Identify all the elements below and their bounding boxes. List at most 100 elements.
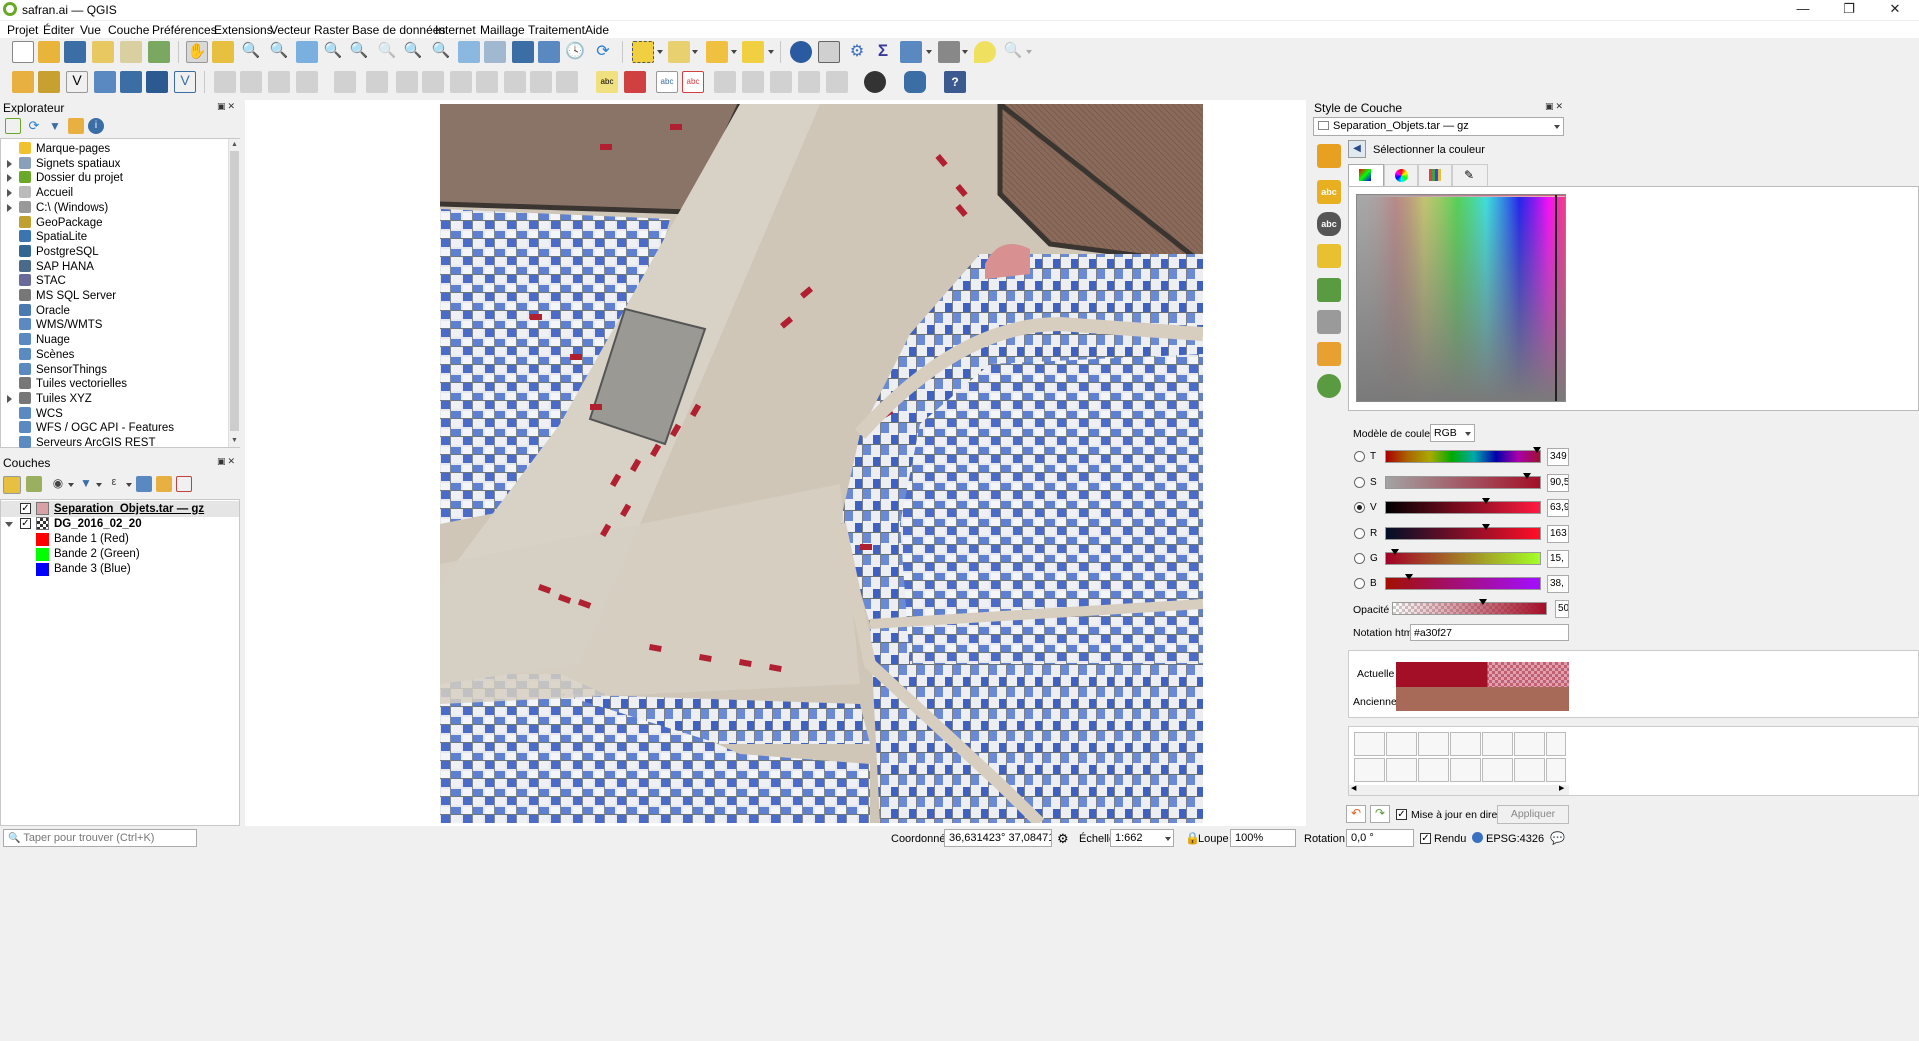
filter-by-expression-icon[interactable]: ε xyxy=(106,476,122,492)
color-swatch[interactable] xyxy=(1418,758,1449,782)
delete-selected-icon[interactable] xyxy=(396,71,418,93)
masks-tab-icon[interactable]: abc xyxy=(1317,212,1341,236)
browser-item[interactable]: Tuiles vectorielles xyxy=(19,377,127,392)
expand-arrow-icon[interactable] xyxy=(7,203,12,212)
browser-item[interactable]: Serveurs ArcGIS REST xyxy=(19,436,156,451)
new-project-icon[interactable] xyxy=(12,41,34,63)
style-manager-icon[interactable] xyxy=(148,41,170,63)
color-swatch[interactable] xyxy=(1354,732,1385,756)
new-temporary-layer-icon[interactable] xyxy=(94,71,116,93)
color-swatch[interactable] xyxy=(1482,732,1513,756)
new-geopackage-layer-icon[interactable] xyxy=(38,71,60,93)
new-virtual-layer-icon[interactable] xyxy=(120,71,142,93)
color-swatch[interactable] xyxy=(1546,758,1566,782)
browser-item[interactable]: SpatiaLite xyxy=(19,230,87,245)
layer-visibility-checkbox[interactable]: ✓ xyxy=(20,518,31,529)
slider-handle[interactable] xyxy=(1523,473,1532,479)
color-swatch[interactable] xyxy=(1450,732,1481,756)
horizontal-scrollbar[interactable]: ◀ ▶ xyxy=(1349,785,1569,795)
tab-color-ramp[interactable] xyxy=(1348,164,1384,186)
radio-red[interactable] xyxy=(1354,528,1365,539)
scale-combo[interactable]: 1:662 xyxy=(1110,829,1174,847)
attribute-table-icon[interactable] xyxy=(818,41,840,63)
red-spinbox[interactable]: 163 xyxy=(1547,525,1569,543)
plugin-icon[interactable] xyxy=(864,71,886,93)
apply-button[interactable]: Appliquer xyxy=(1497,805,1569,824)
measure-icon[interactable] xyxy=(938,41,960,63)
new-mesh-layer-icon[interactable] xyxy=(146,71,168,93)
browser-item[interactable]: WFS / OGC API - Features xyxy=(19,421,174,436)
color-swatch[interactable] xyxy=(1386,732,1417,756)
chevron-down-icon[interactable] xyxy=(96,483,102,487)
highlight-pinned-labels-icon[interactable]: abc xyxy=(656,71,678,93)
labels-tab-icon[interactable]: abc xyxy=(1317,180,1341,204)
zoom-out-icon[interactable]: 🔍 xyxy=(268,41,290,63)
opacity-spinbox[interactable]: 50 xyxy=(1555,600,1569,618)
color-swatch[interactable] xyxy=(1354,758,1385,782)
chevron-down-icon[interactable] xyxy=(126,483,132,487)
toggle-editing-icon[interactable] xyxy=(240,71,262,93)
close-button[interactable]: ✕ xyxy=(1872,0,1918,20)
menu-base-de-donnees[interactable]: Base de données xyxy=(352,23,445,37)
zoom-to-layer-icon[interactable]: 🔍 xyxy=(348,41,370,63)
fields-tab-icon[interactable] xyxy=(1317,342,1341,366)
expand-arrow-icon[interactable] xyxy=(7,174,12,183)
zoom-to-selection-icon[interactable]: 🔍 xyxy=(322,41,344,63)
label-toolbar-icon[interactable]: abc xyxy=(596,71,618,93)
hue-cursor[interactable] xyxy=(1555,195,1557,401)
zoom-in-icon[interactable]: 🔍 xyxy=(240,41,262,63)
new-vector-layer-icon[interactable]: V xyxy=(174,71,196,93)
select-by-value-icon[interactable] xyxy=(668,41,690,63)
menu-raster[interactable]: Raster xyxy=(314,23,349,37)
layer-color-swatch[interactable] xyxy=(36,502,49,515)
undo-icon[interactable] xyxy=(504,71,526,93)
slider-handle[interactable] xyxy=(1391,549,1400,555)
filter-legend-icon[interactable]: ▼ xyxy=(78,476,94,492)
render-checkbox[interactable]: ✓ xyxy=(1420,833,1431,844)
new-map-view-icon[interactable] xyxy=(458,41,480,63)
messages-icon[interactable]: 💬 xyxy=(1550,831,1565,845)
map-canvas[interactable] xyxy=(245,100,1306,826)
move-label-icon[interactable] xyxy=(742,71,764,93)
menu-aide[interactable]: Aide xyxy=(585,23,609,37)
menu-traitement[interactable]: Traitement xyxy=(528,23,585,37)
collapse-layer-icon[interactable] xyxy=(5,522,13,527)
tab-color-wheel[interactable] xyxy=(1384,164,1418,186)
menu-extensions[interactable]: Extensions xyxy=(214,23,273,37)
copy-features-icon[interactable] xyxy=(450,71,472,93)
modify-attributes-icon[interactable] xyxy=(366,71,388,93)
green-slider[interactable] xyxy=(1385,549,1541,565)
select-features-icon[interactable] xyxy=(632,41,654,63)
opacity-slider[interactable] xyxy=(1392,599,1547,615)
radio-blue[interactable] xyxy=(1354,578,1365,589)
python-console-icon[interactable] xyxy=(904,71,926,93)
color-model-select[interactable]: RGB xyxy=(1430,424,1475,442)
rotation-spinbox[interactable]: 0,0 ° xyxy=(1346,829,1414,847)
expand-arrow-icon[interactable] xyxy=(7,394,12,403)
scroll-right-icon[interactable]: ▶ xyxy=(1559,784,1564,792)
locator-search-input[interactable]: 🔍 Taper pour trouver (Ctrl+K) xyxy=(3,829,197,847)
maximize-button[interactable]: ❐ xyxy=(1826,0,1872,20)
new-spatial-bookmark-icon[interactable] xyxy=(512,41,534,63)
pin-labels-icon[interactable]: abc xyxy=(682,71,704,93)
chevron-down-icon[interactable] xyxy=(731,50,737,54)
browser-item[interactable]: Dossier du projet xyxy=(19,171,123,186)
refresh-browser-icon[interactable]: ⟳ xyxy=(26,118,42,134)
browser-item[interactable]: GeoPackage xyxy=(19,215,103,231)
chevron-down-icon[interactable] xyxy=(768,50,774,54)
hue-spinbox[interactable]: 349 xyxy=(1547,448,1569,466)
deselect-all-icon[interactable] xyxy=(706,41,728,63)
collapse-all-layers-icon[interactable] xyxy=(156,476,172,492)
diagram-properties-icon[interactable] xyxy=(624,71,646,93)
menu-editer[interactable]: Éditer xyxy=(43,23,74,37)
saturation-slider[interactable] xyxy=(1385,473,1541,489)
identify-icon[interactable] xyxy=(790,41,812,63)
zoom-native-icon[interactable]: 🔍 xyxy=(376,41,398,63)
menu-vue[interactable]: Vue xyxy=(80,23,101,37)
scroll-down-icon[interactable]: ▼ xyxy=(231,437,238,444)
data-source-manager-icon[interactable] xyxy=(12,71,34,93)
menu-maillage[interactable]: Maillage xyxy=(480,23,525,37)
browser-item[interactable]: SAP HANA xyxy=(19,259,94,275)
menu-preferences[interactable]: Préférences xyxy=(152,23,217,37)
dock-float-close-icon[interactable]: ▣✕ xyxy=(217,456,237,467)
